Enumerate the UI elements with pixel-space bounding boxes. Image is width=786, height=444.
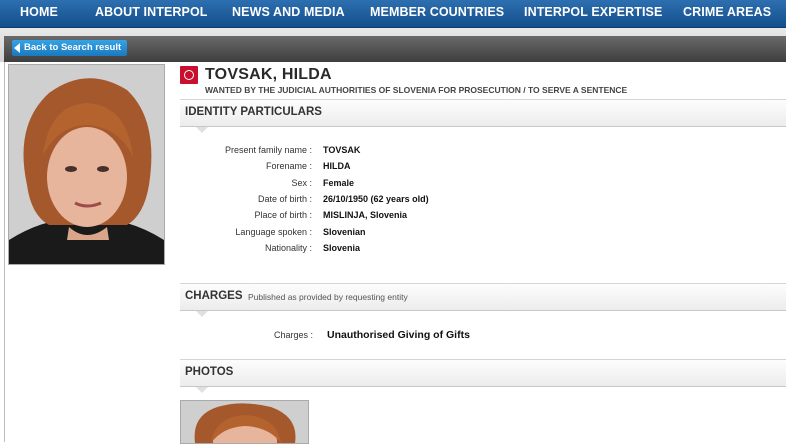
particular-label: Sex :	[291, 178, 312, 188]
section-title: IDENTITY PARTICULARS	[185, 106, 322, 118]
back-to-search-label: Back to Search result	[24, 42, 122, 53]
particular-label: Language spoken :	[235, 227, 312, 237]
identity-particulars-header: IDENTITY PARTICULARS	[180, 99, 786, 133]
photo-thumbnail[interactable]	[180, 400, 309, 444]
back-to-search-button[interactable]: Back to Search result	[12, 40, 128, 56]
section-title: CHARGES	[185, 290, 243, 302]
charges-label: Charges :	[274, 330, 314, 340]
photos-header: PHOTOS	[180, 359, 786, 393]
particular-label: Present family name :	[224, 145, 312, 155]
red-notice-icon	[180, 66, 198, 84]
content-frame-border	[4, 62, 5, 442]
nav-news-and-media[interactable]: NEWS AND MEDIA	[232, 0, 345, 27]
section-notch-icon	[196, 311, 208, 317]
charges-header: CHARGES Published as provided by request…	[180, 283, 786, 317]
particular-row: Date of birth :	[152, 194, 312, 208]
particular-value: 26/10/1950 (62 years old)	[323, 194, 429, 204]
section-title: PHOTOS	[185, 366, 234, 378]
particular-row: Sex :	[152, 178, 312, 192]
top-navigation: HOME ABOUT INTERPOL NEWS AND MEDIA MEMBE…	[0, 0, 786, 28]
particular-row: Nationality :	[152, 243, 312, 257]
particular-value: TOVSAK	[323, 145, 361, 155]
nav-member-countries[interactable]: MEMBER COUNTRIES	[370, 0, 504, 27]
portrait-photo	[8, 64, 165, 265]
nav-about-interpol[interactable]: ABOUT INTERPOL	[95, 0, 208, 27]
section-notch-icon	[196, 127, 208, 133]
particular-value: HILDA	[323, 161, 351, 171]
particular-value: Slovenian	[323, 227, 366, 237]
nav-crime-areas[interactable]: CRIME AREAS	[683, 0, 771, 27]
particular-row: Present family name :	[152, 145, 312, 159]
section-subtitle: Published as provided by requesting enti…	[248, 292, 408, 302]
particular-label: Date of birth :	[257, 194, 312, 204]
back-arrow-icon	[14, 43, 20, 53]
particular-value: Slovenia	[323, 243, 361, 253]
particular-value: MISLINJA, Slovenia	[323, 210, 408, 220]
particular-value: Female	[323, 178, 355, 188]
charges-value: Unauthorised Giving of Gifts	[327, 329, 470, 341]
particular-label: Nationality :	[264, 243, 312, 253]
particular-row: Forename :	[152, 161, 312, 175]
particular-label: Forename :	[265, 161, 312, 171]
particular-row: Place of birth :	[152, 210, 312, 224]
particular-label: Place of birth :	[254, 210, 312, 220]
nav-home[interactable]: HOME	[20, 0, 58, 27]
portrait-illustration	[9, 65, 164, 264]
person-name: TOVSAK, HILDA	[205, 66, 332, 83]
particular-row: Language spoken :	[152, 227, 312, 241]
section-notch-icon	[196, 387, 208, 393]
wanted-statement: WANTED BY THE JUDICIAL AUTHORITIES OF SL…	[205, 85, 628, 95]
thumbnail-illustration	[181, 401, 308, 443]
nav-interpol-expertise[interactable]: INTERPOL EXPERTISE	[524, 0, 662, 27]
